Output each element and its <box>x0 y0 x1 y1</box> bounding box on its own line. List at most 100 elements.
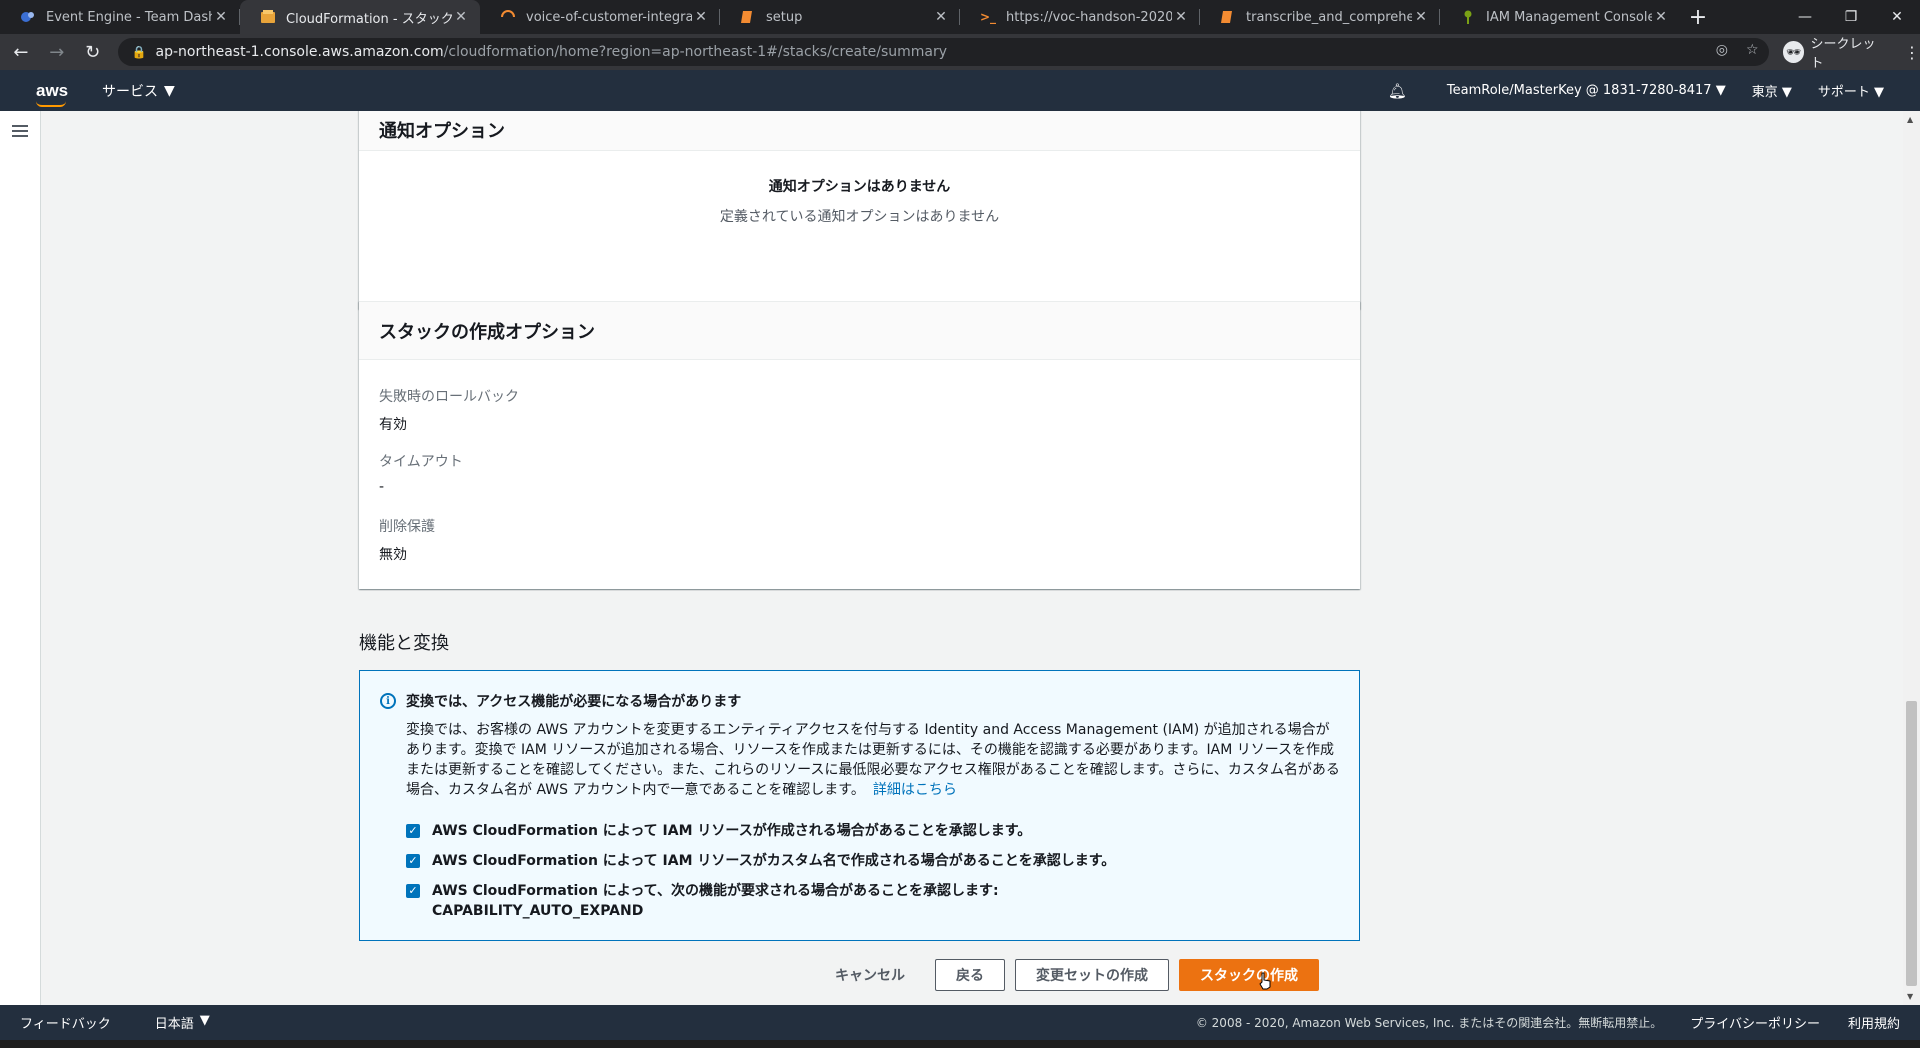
create-stack-button[interactable]: スタックの作成 <box>1179 959 1319 991</box>
ack-iam-custom-names[interactable]: ✓ AWS CloudFormation によって IAM リソースがカスタム名… <box>406 851 1115 871</box>
bell-icon[interactable]: 🔔︎ <box>1388 82 1407 100</box>
tab-title: setup <box>766 9 803 25</box>
account-label: TeamRole/MasterKey @ 1831-7280-8417 <box>1446 83 1712 98</box>
tab-close-icon[interactable]: ✕ <box>1412 9 1430 25</box>
tracking-eye-off-icon[interactable]: ◎ <box>1716 42 1728 58</box>
notification-options-panel: 通知オプション 通知オプションはありません 定義されている通知オプションはありま… <box>359 111 1360 309</box>
panel-title: スタックの作成オプション <box>359 302 1360 360</box>
address-bar[interactable]: 🔒 ap-northeast-1.console.aws.amazon.com /… <box>117 38 1769 66</box>
support-menu[interactable]: サポート ▼ <box>1818 81 1884 100</box>
tab-close-icon[interactable]: ✕ <box>932 9 950 25</box>
close-window-icon[interactable]: ✕ <box>1874 0 1920 34</box>
wizard-actions: キャンセル 戻る 変更セットの作成 スタックの作成 <box>815 959 1319 991</box>
notebook-icon <box>1220 9 1236 25</box>
empty-state-title: 通知オプションはありません <box>768 179 951 195</box>
account-menu[interactable]: TeamRole/MasterKey @ 1831-7280-8417 ▼ <box>1447 83 1726 98</box>
hamburger-menu-icon[interactable] <box>12 125 28 137</box>
checkbox-checked-icon[interactable]: ✓ <box>406 824 420 838</box>
region-menu[interactable]: 東京 ▼ <box>1752 81 1792 100</box>
field-label: 失敗時のロールバック <box>379 389 519 405</box>
page-scrollbar[interactable]: ▲ ▼ <box>1903 111 1920 1005</box>
language-label: 日本語 <box>154 1017 194 1032</box>
browser-tab-setup[interactable]: setup ✕ <box>720 0 960 34</box>
new-tab-button[interactable]: + <box>1680 0 1716 34</box>
forward-arrow-icon[interactable]: → <box>42 37 72 67</box>
browser-tab-transcribe[interactable]: transcribe_and_comprehend ✕ <box>1200 0 1440 34</box>
tab-close-icon[interactable]: ✕ <box>1172 9 1190 25</box>
checkbox-checked-icon[interactable]: ✓ <box>406 854 420 868</box>
incognito-label: シークレット <box>1810 37 1876 71</box>
tab-close-icon[interactable]: ✕ <box>452 9 470 25</box>
capabilities-section-title: 機能と変換 <box>359 633 449 654</box>
lock-icon: 🔒 <box>131 45 147 59</box>
browser-tab-strip: Event Engine - Team Dashboard ✕ CloudFor… <box>0 0 1920 34</box>
left-navigation-rail <box>0 111 41 1005</box>
back-arrow-icon[interactable]: ← <box>6 37 36 67</box>
field-value: 有効 <box>379 417 407 433</box>
main-content: 通知オプション 通知オプションはありません 定義されている通知オプションはありま… <box>41 111 1903 1005</box>
services-label: サービス <box>102 83 158 100</box>
scroll-up-icon[interactable]: ▲ <box>1907 115 1913 124</box>
minimize-icon[interactable]: — <box>1782 0 1828 34</box>
bookmark-star-icon[interactable]: ☆ <box>1746 42 1759 58</box>
info-icon: i <box>380 693 396 709</box>
field-value: 無効 <box>379 547 407 563</box>
caret-down-icon: ▼ <box>1874 85 1884 100</box>
window-controls: — ❐ ✕ <box>1782 0 1920 34</box>
stack-creation-options-panel: スタックの作成オプション 失敗時のロールバック 有効 タイムアウト - 削除保護… <box>359 301 1360 589</box>
tab-close-icon[interactable]: ✕ <box>692 9 710 25</box>
aws-console-header: aws サービス ▼ 🔔︎ TeamRole/MasterKey @ 1831-… <box>0 70 1920 111</box>
ack-label-line1: AWS CloudFormation によって、次の機能が要求される場合があるこ… <box>432 883 999 899</box>
caret-down-icon: ▼ <box>199 1013 210 1028</box>
learn-more-link[interactable]: 詳細はこちら <box>873 782 957 798</box>
caret-down-icon: ▼ <box>1715 83 1726 98</box>
support-label: サポート <box>1817 85 1870 100</box>
back-button[interactable]: 戻る <box>935 959 1005 991</box>
caret-down-icon: ▼ <box>164 82 175 99</box>
aws-logo[interactable]: aws <box>36 80 70 107</box>
reload-icon[interactable]: ↻ <box>78 37 108 67</box>
tab-close-icon[interactable]: ✕ <box>1652 9 1670 25</box>
copyright-text: © 2008 - 2020, Amazon Web Services, Inc.… <box>1195 1016 1663 1030</box>
privacy-policy-link[interactable]: プライバシーポリシー <box>1690 1013 1820 1032</box>
create-changeset-button[interactable]: 変更セットの作成 <box>1015 959 1169 991</box>
incognito-icon: 🕶 <box>1782 41 1805 63</box>
os-taskbar <box>0 1040 1920 1048</box>
scroll-down-icon[interactable]: ▼ <box>1907 992 1913 1001</box>
termination-protection-field: 削除保護 無効 <box>379 516 435 564</box>
terminal-icon: >_ <box>979 10 997 24</box>
tab-title: voice-of-customer-integration-h <box>526 9 692 25</box>
aws-smile-icon <box>36 101 66 107</box>
browser-menu-icon[interactable]: ⋮ <box>1904 43 1920 62</box>
timeout-field: タイムアウト - <box>379 451 463 495</box>
browser-tab-event-engine[interactable]: Event Engine - Team Dashboard ✕ <box>0 0 240 34</box>
empty-state-subtitle: 定義されている通知オプションはありません <box>719 209 1000 225</box>
checkbox-checked-icon[interactable]: ✓ <box>406 884 420 898</box>
info-alert-body: 変換では、お客様の AWS アカウントを変更するエンティティアクセスを付与する … <box>406 720 1341 800</box>
ack-auto-expand[interactable]: ✓ AWS CloudFormation によって、次の機能が要求される場合があ… <box>406 881 999 921</box>
info-alert-title: 変換では、アクセス機能が必要になる場合があります <box>406 694 742 710</box>
browser-tab-cloudformation[interactable]: CloudFormation - スタック ✕ <box>240 0 480 34</box>
field-label: タイムアウト <box>379 454 463 470</box>
incognito-indicator[interactable]: 🕶 シークレット <box>1782 33 1888 71</box>
key-icon <box>1460 9 1476 25</box>
language-selector[interactable]: 日本語 ▼ <box>155 1013 210 1032</box>
browser-tab-voc[interactable]: voice-of-customer-integration-h ✕ <box>480 0 720 34</box>
caret-down-icon: ▼ <box>1781 85 1792 100</box>
services-menu[interactable]: サービス ▼ <box>102 81 175 101</box>
tab-close-icon[interactable]: ✕ <box>212 9 230 25</box>
aws-logo-text: aws <box>36 80 69 100</box>
restore-icon[interactable]: ❐ <box>1828 0 1874 34</box>
browser-tab-iam[interactable]: IAM Management Console ✕ <box>1440 0 1680 34</box>
ack-iam-resources[interactable]: ✓ AWS CloudFormation によって IAM リソースが作成される… <box>406 821 1031 841</box>
url-path: /cloudformation/home?region=ap-northeast… <box>443 44 948 60</box>
ack-label: AWS CloudFormation によって IAM リソースがカスタム名で作… <box>432 853 1116 869</box>
loading-spinner-icon <box>500 9 516 25</box>
terms-link[interactable]: 利用規約 <box>1848 1013 1900 1032</box>
cancel-button[interactable]: キャンセル <box>815 959 925 991</box>
rollback-field: 失敗時のロールバック 有効 <box>379 386 519 434</box>
tab-title: transcribe_and_comprehend <box>1246 9 1412 25</box>
scrollbar-thumb[interactable] <box>1906 701 1917 986</box>
browser-tab-terminal[interactable]: >_ https://voc-handson-20201028-c ✕ <box>960 0 1200 34</box>
feedback-link[interactable]: フィードバック <box>20 1013 111 1032</box>
